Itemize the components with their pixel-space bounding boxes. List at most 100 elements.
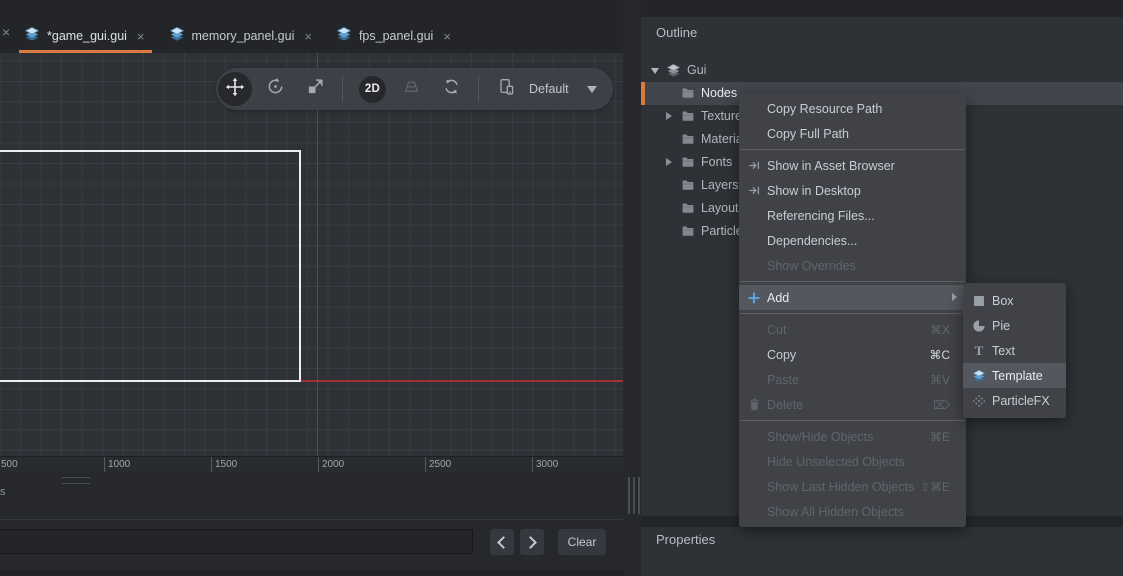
menu-item-show-in-asset-browser[interactable]: Show in Asset Browser	[739, 153, 966, 178]
menu-item-template[interactable]: Template	[963, 363, 1066, 388]
menu-item-text[interactable]: TText	[963, 338, 1066, 363]
move-tool-button[interactable]	[218, 72, 252, 106]
panel-splitter[interactable]	[623, 0, 641, 576]
tab-close-icon[interactable]: ×	[443, 30, 451, 43]
ruler-tick	[318, 457, 319, 472]
outline-item-label: Layers	[701, 174, 739, 197]
folder-icon	[681, 86, 695, 105]
properties-panel-title: Properties	[656, 532, 715, 547]
menu-item-label: Template	[992, 369, 1043, 383]
horizontal-splitter-grip[interactable]	[62, 477, 90, 484]
menu-item-copy-resource-path[interactable]: Copy Resource Path	[739, 96, 966, 121]
pie-icon	[972, 319, 986, 333]
tab-close-icon[interactable]: ×	[304, 30, 312, 43]
move-icon	[225, 77, 245, 102]
folder-icon	[681, 224, 695, 243]
menu-item-shortcut: ⌘X	[930, 323, 950, 337]
console-clipped-label: s	[0, 486, 6, 498]
menu-item-dependencies-[interactable]: Dependencies...	[739, 228, 966, 253]
menu-item-shortcut: ⌦	[933, 398, 950, 412]
menu-separator	[740, 149, 965, 150]
clear-button[interactable]: Clear	[558, 529, 606, 555]
expander-right-icon[interactable]	[666, 112, 672, 120]
ruler-tick	[104, 457, 105, 472]
menu-item-add[interactable]: Add	[739, 285, 966, 310]
menu-item-label: Pie	[992, 319, 1010, 333]
menu-item-copy-full-path[interactable]: Copy Full Path	[739, 121, 966, 146]
outline-panel-title: Outline	[656, 25, 697, 40]
menu-item-shortcut: ⌘C	[929, 348, 950, 362]
vertical-splitter-grip[interactable]	[628, 477, 640, 514]
grid-major-line	[317, 53, 318, 456]
chevron-left-icon	[497, 536, 510, 549]
tab-label: memory_panel.gui	[192, 29, 295, 43]
menu-item-show-overrides: Show Overrides	[739, 253, 966, 278]
ruler-tick-label: 1000	[108, 459, 130, 470]
trash-icon	[747, 398, 761, 411]
tab-bar: × *game_gui.gui × memory_panel.gui × fps_p…	[0, 0, 623, 53]
menu-item-label: Show All Hidden Objects	[767, 505, 904, 519]
menu-item-label: Dependencies...	[767, 234, 857, 248]
menu-item-particlefx[interactable]: ParticleFX	[963, 388, 1066, 413]
menu-item-label: Show Overrides	[767, 259, 856, 273]
clipped-tab-close-icon[interactable]: ×	[2, 24, 10, 40]
menu-separator	[740, 420, 965, 421]
menu-item-label: Show/Hide Objects	[767, 430, 873, 444]
arrow-into-icon	[747, 184, 761, 197]
plus-icon	[747, 291, 761, 305]
viewport-toolbar: 2D Default	[216, 68, 613, 110]
menu-item-label: Show Last Hidden Objects	[767, 480, 914, 494]
menu-item-referencing-files-[interactable]: Referencing Files...	[739, 203, 966, 228]
scale-tool-button[interactable]	[298, 77, 332, 101]
menu-item-label: Copy Full Path	[767, 127, 849, 141]
menu-item-label: Text	[992, 344, 1015, 358]
menu-item-show-hide-objects: Show/Hide Objects ⌘E	[739, 424, 966, 449]
folder-icon	[681, 109, 695, 128]
find-previous-button[interactable]	[490, 529, 514, 555]
tab-close-icon[interactable]: ×	[137, 30, 145, 43]
ruler-tick	[425, 457, 426, 472]
toolbar-separator	[342, 76, 343, 102]
tab-memory-panel-gui[interactable]: memory_panel.gui ×	[161, 19, 322, 53]
search-input[interactable]	[0, 529, 473, 554]
editor-region: × *game_gui.gui × memory_panel.gui × fps_p…	[0, 0, 623, 576]
tab-label: fps_panel.gui	[359, 29, 433, 43]
orbit-refresh-icon	[442, 77, 461, 101]
rotate-icon	[266, 77, 285, 101]
expander-right-icon[interactable]	[666, 158, 672, 166]
realign-camera-button[interactable]	[434, 77, 468, 101]
layout-device-button[interactable]	[491, 77, 521, 101]
tab-fps-panel-gui[interactable]: fps_panel.gui ×	[328, 19, 461, 53]
console-divider	[0, 519, 623, 520]
menu-item-label: Add	[767, 291, 789, 305]
menu-item-label: Referencing Files...	[767, 209, 875, 223]
menu-item-label: Paste	[767, 373, 799, 387]
chevron-down-icon[interactable]	[587, 86, 597, 93]
menu-item-pie[interactable]: Pie	[963, 313, 1066, 338]
tab--game-gui-gui[interactable]: *game_gui.gui ×	[16, 19, 155, 53]
menu-item-label: Copy	[767, 348, 796, 362]
menu-item-copy[interactable]: Copy ⌘C	[739, 342, 966, 367]
expander-down-icon[interactable]	[651, 68, 659, 74]
ruler-tick	[211, 457, 212, 472]
2d-mode-button[interactable]: 2D	[359, 76, 386, 103]
menu-item-shortcut: ⇧⌘E	[920, 480, 950, 494]
layout-selector-value[interactable]: Default	[529, 82, 569, 96]
outline-item-gui[interactable]: Gui	[641, 59, 1123, 82]
add-submenu: Box Pie TText Template ParticleFX	[963, 283, 1066, 418]
box-icon	[972, 294, 986, 308]
menu-item-show-last-hidden-objects: Show Last Hidden Objects ⇧⌘E	[739, 474, 966, 499]
find-next-button[interactable]	[520, 529, 544, 555]
menu-item-label: Copy Resource Path	[767, 102, 882, 116]
scene-viewport[interactable]: 2D Default	[0, 53, 623, 456]
menu-item-show-in-desktop[interactable]: Show in Desktop	[739, 178, 966, 203]
menu-item-label: Show in Desktop	[767, 184, 861, 198]
outline-item-label: Nodes	[701, 82, 737, 105]
menu-item-show-all-hidden-objects: Show All Hidden Objects	[739, 499, 966, 524]
frustum-button[interactable]	[394, 77, 428, 101]
rotate-tool-button[interactable]	[258, 77, 292, 101]
window-bottom-edge	[0, 570, 623, 576]
tab-label: *game_gui.gui	[47, 29, 127, 43]
menu-item-box[interactable]: Box	[963, 288, 1066, 313]
menu-item-shortcut: ⌘E	[930, 430, 950, 444]
